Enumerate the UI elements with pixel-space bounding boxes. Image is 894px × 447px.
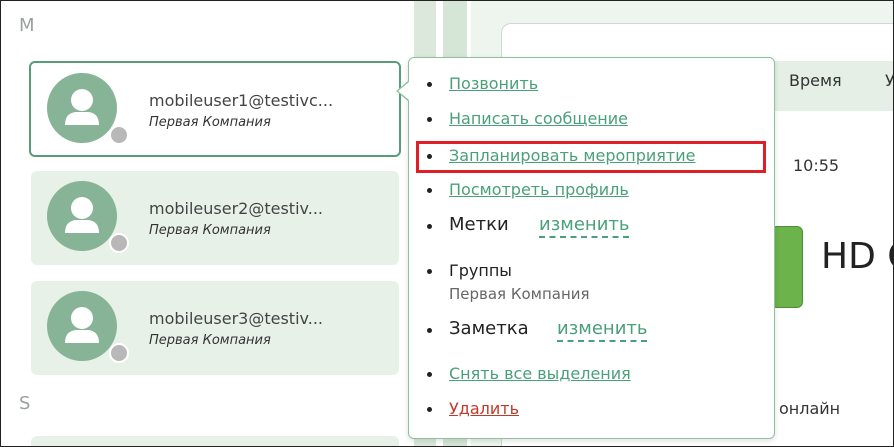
presence-offline-icon	[109, 343, 129, 363]
contact-email: mobileuser3@testiv...	[149, 309, 323, 328]
status-online-text: онлайн	[779, 399, 841, 418]
bullet-icon	[427, 407, 432, 412]
section-letter-s: S	[19, 393, 31, 414]
bullet-icon	[427, 372, 432, 377]
avatar	[47, 291, 117, 361]
column-header-next[interactable]: У	[885, 71, 893, 90]
menu-item-label[interactable]: Посмотреть профиль	[449, 180, 629, 199]
avatar	[47, 73, 117, 143]
contact-company: Первая Компания	[149, 333, 271, 348]
groups-label: Группы	[449, 261, 512, 280]
contact-email: mobileuser2@testiv...	[149, 199, 323, 218]
app-frame: M mobileuser1@testivc... Первая Компания…	[0, 0, 894, 447]
note-label: Заметка	[449, 318, 529, 339]
user-placeholder-icon	[65, 89, 99, 125]
tags-label: Метки	[449, 214, 509, 235]
column-header-time[interactable]: Время	[789, 71, 842, 90]
bullet-icon	[427, 82, 432, 87]
contact-item-1[interactable]: mobileuser1@testivc... Первая Компания	[29, 61, 401, 157]
presence-offline-icon	[109, 125, 129, 145]
tags-edit-link[interactable]: изменить	[539, 214, 630, 238]
user-placeholder-icon	[65, 197, 99, 233]
bullet-icon	[427, 224, 432, 229]
section-letter-m: M	[19, 15, 35, 36]
hd-heading: HD C	[821, 236, 893, 277]
contact-item-3[interactable]: mobileuser3@testiv... Первая Компания	[31, 281, 399, 375]
contact-item-4[interactable]	[31, 436, 399, 446]
menu-item-label[interactable]: Удалить	[449, 399, 519, 418]
note-edit-link[interactable]: изменить	[557, 318, 648, 342]
bullet-icon	[427, 117, 432, 122]
avatar	[47, 181, 117, 251]
contact-item-2[interactable]: mobileuser2@testiv... Первая Компания	[31, 171, 399, 265]
user-placeholder-icon	[65, 307, 99, 343]
bullet-icon	[427, 188, 432, 193]
row-time-value: 10:55	[793, 156, 840, 175]
highlight-box	[416, 141, 766, 173]
contact-company: Первая Компания	[149, 223, 271, 238]
presence-offline-icon	[109, 233, 129, 253]
bullet-icon	[427, 328, 432, 333]
menu-item-label[interactable]: Снять все выделения	[449, 364, 631, 383]
menu-item-label[interactable]: Позвонить	[449, 74, 538, 93]
contact-email: mobileuser1@testivc...	[149, 91, 334, 110]
menu-item-label[interactable]: Написать сообщение	[449, 109, 628, 128]
contact-company: Первая Компания	[149, 115, 271, 130]
status-green-indicator	[771, 226, 803, 308]
groups-value: Первая Компания	[449, 285, 590, 303]
bullet-icon	[427, 269, 432, 274]
